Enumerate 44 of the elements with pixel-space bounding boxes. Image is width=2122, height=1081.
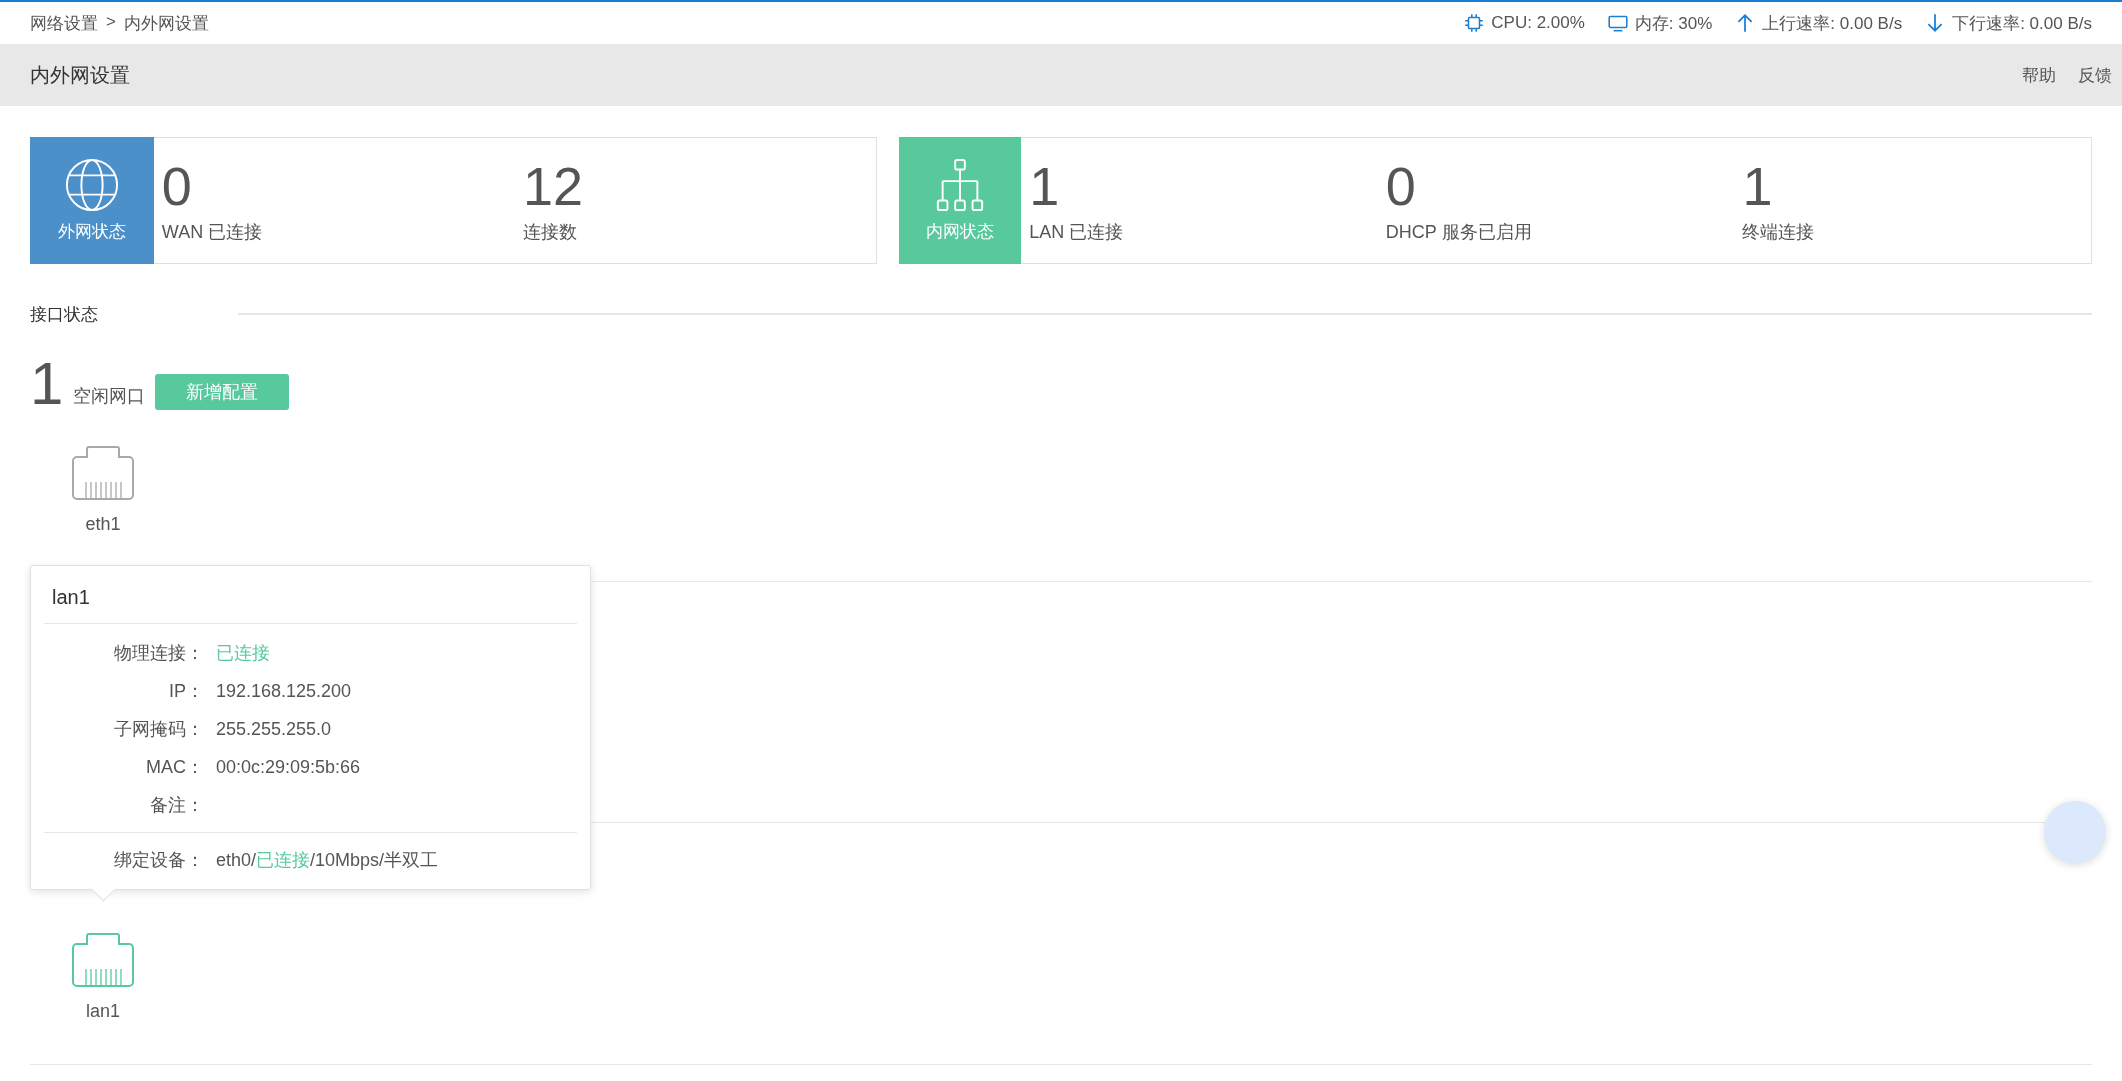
metric-label: 连接数 xyxy=(522,221,578,244)
header-link[interactable]: 反馈 xyxy=(2078,63,2112,87)
metric-value: 0 xyxy=(161,156,193,216)
card-title: 外网状态 xyxy=(57,221,126,243)
stat-text: 内存: 30% xyxy=(1634,12,1713,35)
globe-icon xyxy=(64,158,119,212)
chip-icon xyxy=(1463,12,1486,34)
breadcrumb-item[interactable]: 网络设置 xyxy=(30,11,98,35)
tooltip-title: lan1 xyxy=(44,566,577,624)
metric-value: 1 xyxy=(1029,156,1061,216)
field-label: 子网掩码： xyxy=(113,718,205,741)
metric-value: 1 xyxy=(1742,156,1774,216)
metric-label: 终端连接 xyxy=(1742,221,1816,244)
field-value: 192.168.125.200 xyxy=(216,680,352,702)
metric-label: WAN 已连接 xyxy=(161,221,264,244)
page-title: 内外网设置 xyxy=(30,62,130,88)
field-label: 物理连接： xyxy=(113,642,205,665)
field-value: eth0/已连接/10Mbps/半双工 xyxy=(216,849,439,872)
field-label: 备注： xyxy=(149,794,205,817)
field-label: IP： xyxy=(168,680,205,703)
ethernet-port-icon xyxy=(72,933,134,987)
header-link[interactable]: 帮助 xyxy=(2022,63,2056,87)
idle-port-count: 1 xyxy=(30,354,64,414)
metric-label: LAN 已连接 xyxy=(1029,221,1125,244)
breadcrumb-separator: > xyxy=(106,11,116,33)
card-title: 内网状态 xyxy=(926,221,995,243)
port-name: lan1 xyxy=(86,1001,120,1022)
metric-value: 0 xyxy=(1385,156,1417,216)
field-label: 绑定设备： xyxy=(113,849,205,872)
stat-text: CPU: 2.00% xyxy=(1491,13,1585,33)
metric-value: 12 xyxy=(522,156,584,216)
stat-text: 上行速率: 0.00 B/s xyxy=(1762,12,1903,35)
field-value: 00:0c:29:09:5b:66 xyxy=(216,756,361,778)
field-value: 已连接 xyxy=(216,642,270,665)
field-value: 255.255.255.0 xyxy=(216,718,332,740)
assistant-avatar[interactable] xyxy=(2044,801,2106,863)
port-name: eth1 xyxy=(85,514,121,535)
ethernet-port-icon xyxy=(72,446,134,500)
section-title: 接口状态 xyxy=(30,303,99,326)
stat-text: 下行速率: 0.00 B/s xyxy=(1952,12,2092,35)
idle-port-label: 空闲网口 xyxy=(73,385,146,408)
metric-label: DHCP 服务已启用 xyxy=(1385,221,1533,244)
breadcrumb-item[interactable]: 内外网设置 xyxy=(123,11,209,35)
field-label: MAC： xyxy=(145,756,205,779)
